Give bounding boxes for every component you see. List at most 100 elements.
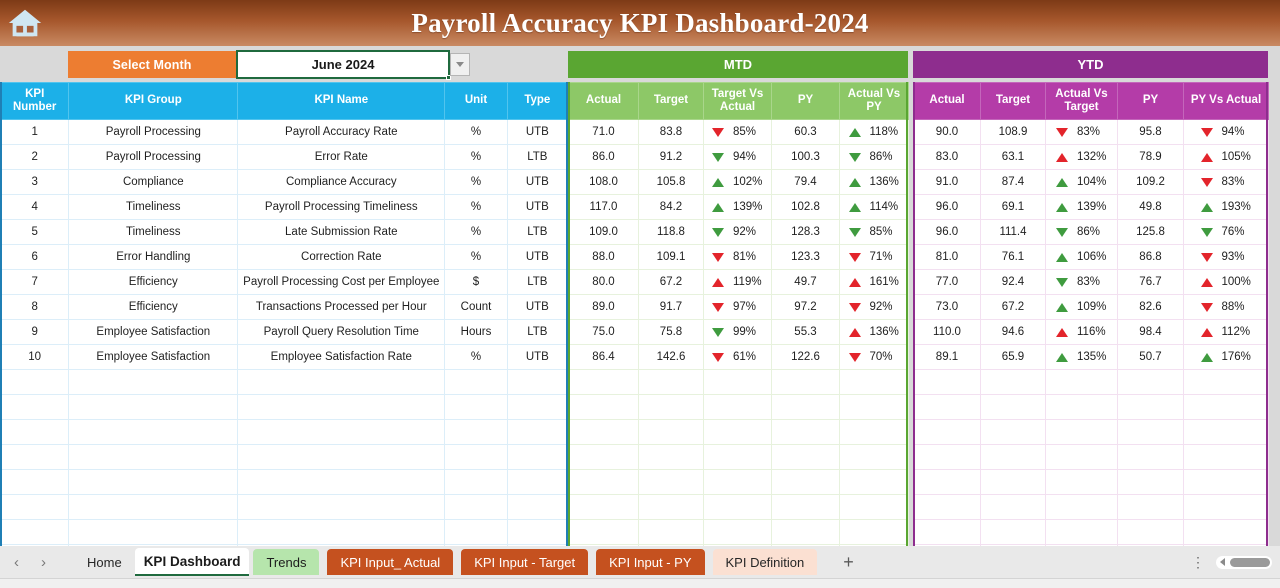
- empty-cell[interactable]: [0, 394, 70, 420]
- cell-mtd-actual-vs-py[interactable]: 85%: [839, 219, 909, 245]
- cell-kpi-name[interactable]: Error Rate: [237, 144, 446, 170]
- cell-ytd-actual-vs-target[interactable]: 135%: [1045, 344, 1118, 370]
- empty-cell[interactable]: [444, 519, 508, 545]
- cell-ytd-actual[interactable]: 83.0: [913, 144, 981, 170]
- cell-ytd-py[interactable]: 82.6: [1117, 294, 1184, 320]
- cell-mtd-actual-vs-py[interactable]: 71%: [839, 244, 909, 270]
- empty-cell[interactable]: [771, 369, 840, 395]
- cell-unit[interactable]: %: [444, 119, 508, 145]
- col-header-mtd-actual[interactable]: Actual: [568, 82, 639, 120]
- cell-kpi-number[interactable]: 5: [0, 219, 70, 245]
- empty-cell[interactable]: [638, 519, 704, 545]
- cell-ytd-target[interactable]: 67.2: [980, 294, 1046, 320]
- cell-kpi-group[interactable]: Compliance: [68, 169, 239, 195]
- empty-cell[interactable]: [839, 444, 909, 470]
- cell-ytd-py[interactable]: 109.2: [1117, 169, 1184, 195]
- cell-ytd-py[interactable]: 98.4: [1117, 319, 1184, 345]
- empty-cell[interactable]: [1117, 369, 1184, 395]
- cell-mtd-target[interactable]: 118.8: [638, 219, 704, 245]
- cell-mtd-py[interactable]: 79.4: [771, 169, 840, 195]
- cell-unit[interactable]: %: [444, 344, 508, 370]
- empty-cell[interactable]: [0, 444, 70, 470]
- empty-cell[interactable]: [237, 494, 446, 520]
- empty-cell[interactable]: [1045, 419, 1118, 445]
- cell-mtd-target[interactable]: 142.6: [638, 344, 704, 370]
- empty-cell[interactable]: [568, 369, 639, 395]
- cell-ytd-actual[interactable]: 73.0: [913, 294, 981, 320]
- cell-kpi-name[interactable]: Compliance Accuracy: [237, 169, 446, 195]
- empty-cell[interactable]: [568, 494, 639, 520]
- empty-cell[interactable]: [568, 394, 639, 420]
- empty-cell[interactable]: [980, 494, 1046, 520]
- sheet-tab-kpi-definition[interactable]: KPI Definition: [712, 549, 818, 575]
- empty-cell[interactable]: [68, 369, 239, 395]
- cell-kpi-name[interactable]: Payroll Processing Timeliness: [237, 194, 446, 220]
- cell-mtd-actual[interactable]: 88.0: [568, 244, 639, 270]
- col-header-kpi-name[interactable]: KPI Name: [237, 82, 446, 120]
- home-icon[interactable]: [6, 4, 44, 42]
- cell-kpi-number[interactable]: 10: [0, 344, 70, 370]
- cell-ytd-actual[interactable]: 77.0: [913, 269, 981, 295]
- empty-cell[interactable]: [1045, 394, 1118, 420]
- col-header-mtd-target[interactable]: Target: [638, 82, 704, 120]
- cell-ytd-actual-vs-target[interactable]: 83%: [1045, 269, 1118, 295]
- cell-kpi-group[interactable]: Timeliness: [68, 194, 239, 220]
- cell-type[interactable]: UTB: [506, 119, 569, 145]
- cell-mtd-py[interactable]: 49.7: [771, 269, 840, 295]
- empty-cell[interactable]: [913, 469, 981, 495]
- col-header-ytd-py[interactable]: PY: [1117, 82, 1184, 120]
- cell-ytd-actual-vs-target[interactable]: 83%: [1045, 119, 1118, 145]
- col-header-unit[interactable]: Unit: [444, 82, 508, 120]
- month-dropdown-button[interactable]: [450, 53, 470, 76]
- cell-mtd-actual[interactable]: 80.0: [568, 269, 639, 295]
- col-header-kpi-number[interactable]: KPI Number: [0, 82, 70, 120]
- empty-cell[interactable]: [0, 519, 70, 545]
- cell-type[interactable]: LTB: [506, 269, 569, 295]
- cell-ytd-actual[interactable]: 89.1: [913, 344, 981, 370]
- cell-mtd-actual[interactable]: 86.0: [568, 144, 639, 170]
- empty-cell[interactable]: [237, 519, 446, 545]
- empty-cell[interactable]: [444, 419, 508, 445]
- cell-kpi-name[interactable]: Correction Rate: [237, 244, 446, 270]
- cell-ytd-py[interactable]: 50.7: [1117, 344, 1184, 370]
- cell-unit[interactable]: %: [444, 169, 508, 195]
- cell-kpi-number[interactable]: 8: [0, 294, 70, 320]
- cell-kpi-name[interactable]: Payroll Processing Cost per Employee: [237, 269, 446, 295]
- empty-cell[interactable]: [506, 469, 569, 495]
- cell-ytd-py[interactable]: 78.9: [1117, 144, 1184, 170]
- cell-mtd-target[interactable]: 75.8: [638, 319, 704, 345]
- empty-cell[interactable]: [839, 469, 909, 495]
- cell-ytd-py-vs-actual[interactable]: 83%: [1183, 169, 1269, 195]
- empty-cell[interactable]: [771, 444, 840, 470]
- more-options-icon[interactable]: ⋮: [1191, 554, 1206, 571]
- col-header-mtd-actual-vs-py[interactable]: Actual Vs PY: [839, 82, 909, 120]
- cell-ytd-target[interactable]: 63.1: [980, 144, 1046, 170]
- cell-kpi-name[interactable]: Transactions Processed per Hour: [237, 294, 446, 320]
- empty-cell[interactable]: [703, 444, 772, 470]
- cell-mtd-actual[interactable]: 86.4: [568, 344, 639, 370]
- empty-cell[interactable]: [980, 419, 1046, 445]
- cell-type[interactable]: LTB: [506, 319, 569, 345]
- cell-kpi-number[interactable]: 7: [0, 269, 70, 295]
- cell-ytd-actual[interactable]: 90.0: [913, 119, 981, 145]
- empty-cell[interactable]: [771, 494, 840, 520]
- cell-ytd-py-vs-actual[interactable]: 112%: [1183, 319, 1269, 345]
- empty-cell[interactable]: [68, 394, 239, 420]
- cell-kpi-name[interactable]: Payroll Query Resolution Time: [237, 319, 446, 345]
- empty-cell[interactable]: [703, 394, 772, 420]
- cell-ytd-actual-vs-target[interactable]: 116%: [1045, 319, 1118, 345]
- empty-cell[interactable]: [980, 519, 1046, 545]
- cell-mtd-target[interactable]: 67.2: [638, 269, 704, 295]
- cell-mtd-py[interactable]: 128.3: [771, 219, 840, 245]
- cell-ytd-actual-vs-target[interactable]: 139%: [1045, 194, 1118, 220]
- empty-cell[interactable]: [568, 469, 639, 495]
- cell-mtd-py[interactable]: 123.3: [771, 244, 840, 270]
- empty-cell[interactable]: [568, 419, 639, 445]
- empty-cell[interactable]: [703, 494, 772, 520]
- empty-cell[interactable]: [237, 469, 446, 495]
- cell-kpi-group[interactable]: Error Handling: [68, 244, 239, 270]
- empty-cell[interactable]: [1117, 519, 1184, 545]
- empty-cell[interactable]: [1117, 394, 1184, 420]
- cell-ytd-actual[interactable]: 96.0: [913, 194, 981, 220]
- empty-cell[interactable]: [703, 369, 772, 395]
